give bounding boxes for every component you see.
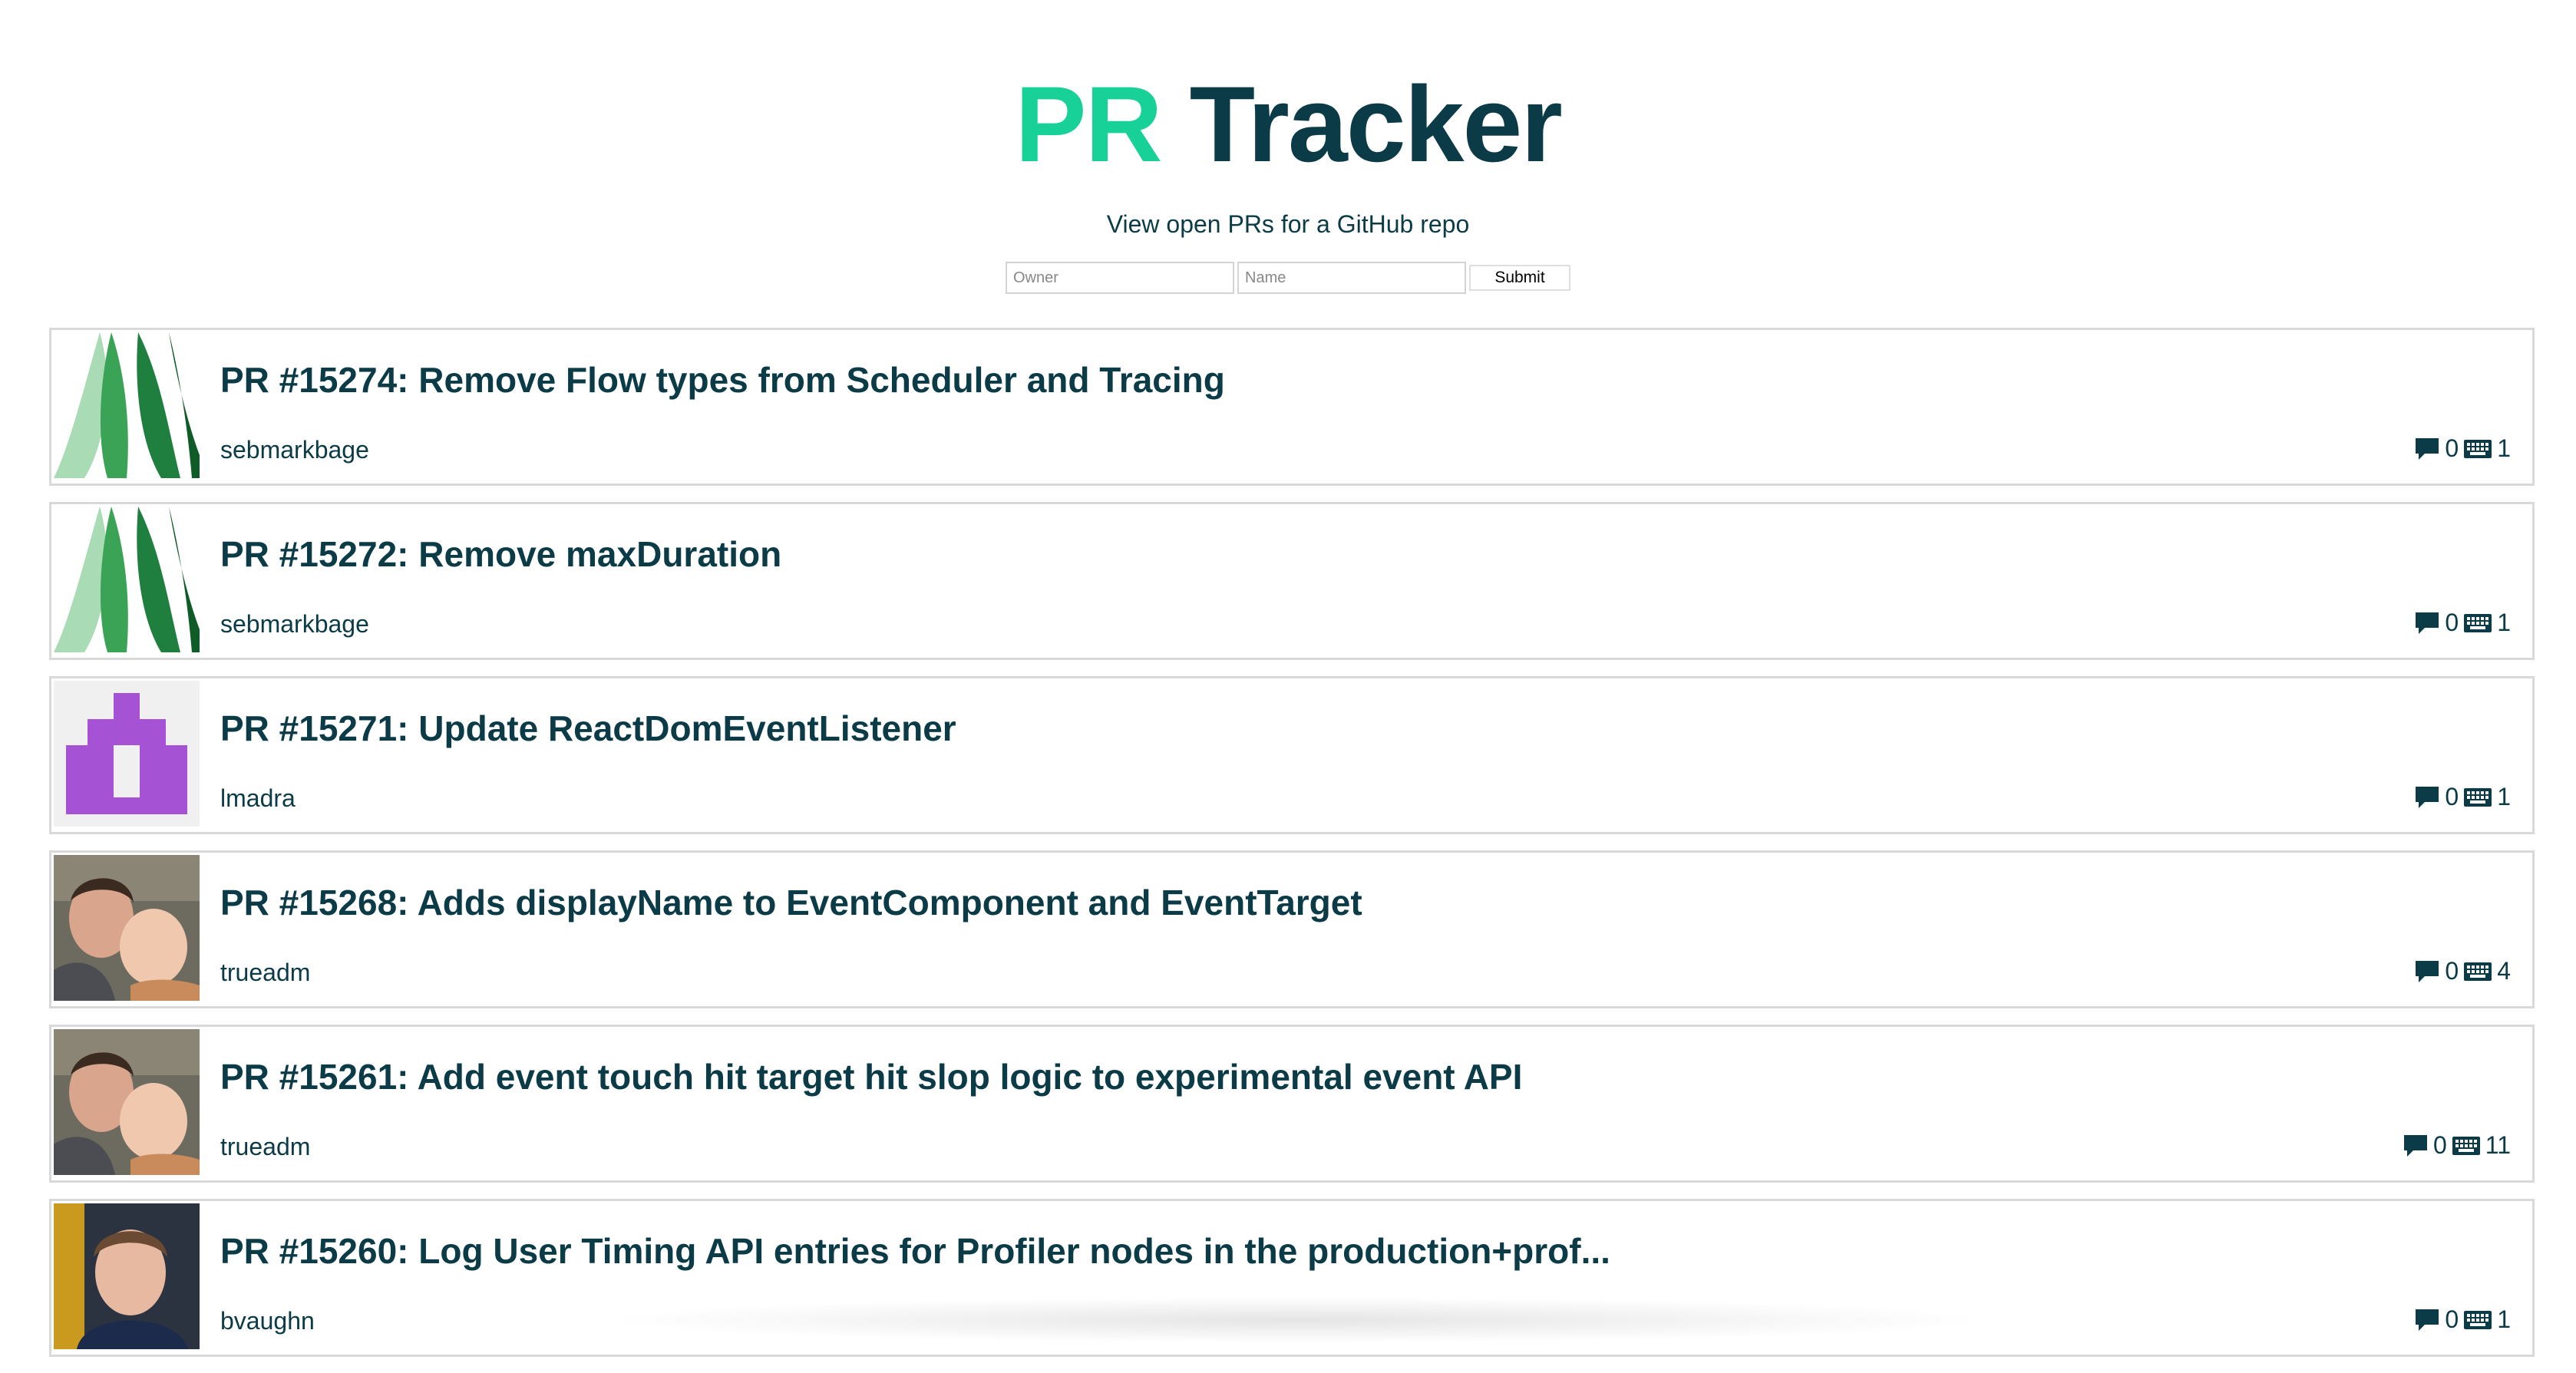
keyboard-icon [2464, 787, 2492, 807]
pr-stats: 0 1 [2414, 1305, 2511, 1334]
pr-stats: 0 1 [2414, 783, 2511, 811]
commit-count: 1 [2497, 1305, 2511, 1333]
comment-count: 0 [2445, 1305, 2459, 1333]
keyboard-icon [2452, 1136, 2480, 1155]
comment-icon [2416, 1309, 2439, 1331]
pr-stats: 0 1 [2414, 434, 2511, 463]
identicon-avatar-image [54, 681, 200, 827]
pr-card[interactable]: PR #15274: Remove Flow types from Schedu… [49, 328, 2535, 486]
avatar [54, 681, 200, 827]
pr-list: PR #15274: Remove Flow types from Schedu… [49, 328, 2535, 1373]
pr-title[interactable]: PR #15274: Remove Flow types from Schedu… [220, 359, 1225, 401]
keyboard-icon [2464, 962, 2492, 981]
comment-count: 0 [2445, 609, 2459, 636]
avatar [54, 1029, 200, 1175]
commit-count: 11 [2485, 1131, 2511, 1159]
name-input[interactable] [1237, 262, 1466, 294]
pr-author: sebmarkbage [220, 436, 369, 464]
pr-stats: 0 4 [2414, 957, 2511, 985]
comment-count: 0 [2445, 783, 2459, 810]
comment-icon [2403, 1134, 2427, 1157]
leaves-avatar-image [54, 332, 200, 478]
pr-title[interactable]: PR #15260: Log User Timing API entries f… [220, 1230, 1610, 1272]
page-subtitle: View open PRs for a GitHub repo [1106, 210, 1470, 238]
title-rest: Tracker [1189, 64, 1563, 184]
comment-icon [2416, 960, 2439, 982]
comment-icon [2416, 786, 2439, 808]
keyboard-icon [2464, 1310, 2492, 1329]
commit-count: 1 [2497, 609, 2511, 636]
leaves-avatar-image [54, 507, 200, 652]
repo-form: Submit [0, 262, 2576, 294]
pr-card[interactable]: PR #15272: Remove maxDuration sebmarkbag… [49, 502, 2535, 660]
title-accent: PR [1015, 64, 1162, 184]
pr-card[interactable]: PR #15261: Add event touch hit target hi… [49, 1025, 2535, 1183]
pr-stats: 0 1 [2414, 609, 2511, 637]
comment-count: 0 [2445, 434, 2459, 462]
submit-button[interactable]: Submit [1469, 265, 1570, 291]
pr-title[interactable]: PR #15271: Update ReactDomEventListener [220, 708, 956, 749]
pr-title[interactable]: PR #15261: Add event touch hit target hi… [220, 1056, 1522, 1097]
pr-card[interactable]: PR #15260: Log User Timing API entries f… [49, 1199, 2535, 1357]
pr-stats: 0 11 [2403, 1131, 2511, 1160]
avatar [54, 1203, 200, 1349]
avatar [54, 332, 200, 478]
photo-avatar-image [54, 1203, 200, 1349]
pr-card[interactable]: PR #15268: Adds displayName to EventComp… [49, 850, 2535, 1008]
comment-icon [2416, 612, 2439, 634]
photo-avatar-image [54, 1029, 200, 1175]
comment-icon [2416, 437, 2439, 460]
pr-author: sebmarkbage [220, 610, 369, 638]
comment-count: 0 [2432, 1131, 2447, 1159]
keyboard-icon [2464, 439, 2492, 458]
pr-title[interactable]: PR #15272: Remove maxDuration [220, 533, 781, 575]
pr-author: trueadm [220, 959, 311, 986]
avatar [54, 855, 200, 1001]
pr-author: bvaughn [220, 1307, 315, 1335]
commit-count: 4 [2497, 957, 2511, 985]
pr-author: trueadm [220, 1133, 311, 1160]
commit-count: 1 [2497, 783, 2511, 810]
comment-count: 0 [2445, 957, 2459, 985]
page-header: PR Tracker View open PRs for a GitHub re… [0, 0, 2576, 239]
owner-input[interactable] [1006, 262, 1234, 294]
pr-title[interactable]: PR #15268: Adds displayName to EventComp… [220, 882, 1362, 923]
keyboard-icon [2464, 613, 2492, 632]
pr-card[interactable]: PR #15271: Update ReactDomEventListener … [49, 676, 2535, 834]
pr-author: lmadra [220, 784, 296, 812]
photo-avatar-image [54, 855, 200, 1001]
page-title: PR Tracker [0, 71, 2576, 178]
commit-count: 1 [2497, 434, 2511, 462]
avatar [54, 507, 200, 652]
